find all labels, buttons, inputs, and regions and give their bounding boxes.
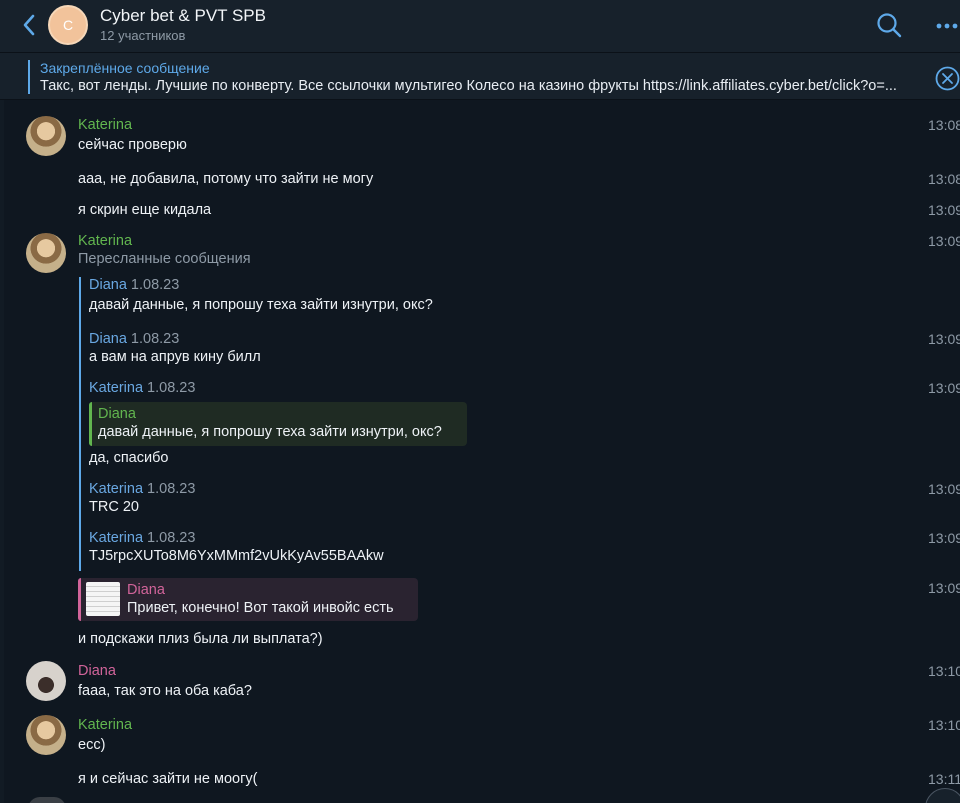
- invoice-thumbnail: [86, 582, 120, 616]
- forwarded-header: Katerina 1.08.23: [89, 380, 195, 396]
- message-time: 13:09: [928, 331, 960, 347]
- reply-quote[interactable]: Diana давай данные, я попрошу теха зайти…: [89, 402, 467, 446]
- message-text: я и сейчас зайти не моогу(: [78, 771, 258, 787]
- close-icon: [935, 66, 960, 91]
- message-text: а вам на апрув кину билл: [89, 349, 261, 365]
- chat-avatar[interactable]: C: [48, 5, 88, 45]
- reply-sender: Diana: [98, 406, 136, 422]
- message-time: 13:09: [928, 202, 960, 218]
- message-time: 13:09: [928, 481, 960, 497]
- forwarded-header: Katerina 1.08.23: [89, 530, 195, 546]
- search-icon: [877, 13, 902, 38]
- forwarded-sender[interactable]: Katerina: [89, 380, 143, 396]
- message-time: 13:08: [928, 171, 960, 187]
- forwarded-sender[interactable]: Diana: [89, 331, 127, 347]
- forwarded-date: 1.08.23: [147, 380, 196, 396]
- reply-accent-bar: [89, 402, 92, 446]
- message-text: и подскажи плиз была ли выплата?): [78, 631, 323, 647]
- message-text: давай данные, я попрошу теха зайти изнут…: [89, 297, 433, 313]
- forwarded-date: 1.08.23: [130, 277, 180, 293]
- message-time: 13:08: [928, 117, 960, 133]
- avatar[interactable]: [26, 715, 66, 755]
- forwarded-label: Пересланные сообщения: [78, 251, 251, 267]
- message-text: TJ5rpcXUTo8M6YxMMmf2vUkKyAv55BAAkw: [89, 548, 384, 564]
- reply-accent-bar: [78, 578, 81, 621]
- reply-sender: Diana: [127, 582, 165, 598]
- message-time: 13:09: [928, 380, 960, 396]
- avatar[interactable]: [26, 116, 66, 156]
- sender-name[interactable]: Katerina: [78, 117, 132, 133]
- message-text: TRC 20: [89, 499, 139, 515]
- forwarded-bar: [79, 277, 81, 571]
- chat-header: C Cyber bet & PVT SPB 12 участников: [0, 0, 960, 53]
- chevron-left-icon: [23, 14, 35, 36]
- search-button[interactable]: [874, 10, 904, 40]
- sender-name[interactable]: Diana: [78, 663, 116, 679]
- message-text: faaa, так это на оба каба?: [78, 683, 252, 699]
- message-time: 13:09: [928, 580, 960, 596]
- sender-name[interactable]: Katerina: [78, 717, 132, 733]
- message-time: 13:11: [928, 771, 960, 787]
- sender-name[interactable]: Katerina: [78, 233, 132, 249]
- chat-title[interactable]: Cyber bet & PVT SPB: [100, 6, 266, 26]
- back-button[interactable]: [18, 12, 42, 38]
- reply-text: давай данные, я попрошу теха зайти изнут…: [98, 424, 442, 440]
- forwarded-sender[interactable]: Katerina: [89, 530, 143, 546]
- message-text: есс): [78, 737, 106, 753]
- message-time: 13:10: [928, 717, 960, 733]
- more-dots-icon: [936, 23, 958, 29]
- message-text: да, спасибо: [89, 450, 169, 466]
- left-edge: [0, 100, 4, 803]
- more-button[interactable]: [934, 13, 960, 39]
- message-time: 13:09: [928, 233, 960, 249]
- pinned-title: Закреплённое сообщение: [40, 60, 210, 76]
- avatar[interactable]: [26, 233, 66, 273]
- pinned-close-button[interactable]: [935, 66, 960, 91]
- forwarded-date: 1.08.23: [147, 530, 196, 546]
- avatar[interactable]: [26, 661, 66, 701]
- forwarded-header: Diana 1.08.23: [89, 277, 179, 293]
- pinned-accent-bar: [28, 60, 30, 94]
- reply-text: Привет, конечно! Вот такой инвойс есть: [127, 600, 394, 616]
- message-time: 13:10: [928, 663, 960, 679]
- pinned-text: Такс, вот ленды. Лучшие по конверту. Все…: [40, 78, 897, 94]
- forwarded-header: Katerina 1.08.23: [89, 481, 195, 497]
- member-count: 12 участников: [100, 28, 186, 43]
- reply-quote[interactable]: Diana Привет, конечно! Вот такой инвойс …: [78, 578, 418, 621]
- message-text: ааа, не добавила, потому что зайти не мо…: [78, 171, 374, 187]
- message-text: я скрин еще кидала: [78, 202, 212, 218]
- message-text: сейчас проверю: [78, 137, 187, 153]
- scroll-down-button[interactable]: [925, 788, 960, 803]
- forwarded-sender[interactable]: Diana: [89, 277, 127, 293]
- forwarded-header: Diana 1.08.23: [89, 331, 179, 347]
- avatar[interactable]: [28, 797, 66, 803]
- forwarded-date: 1.08.23: [147, 481, 196, 497]
- forwarded-sender[interactable]: Katerina: [89, 481, 143, 497]
- pinned-message[interactable]: Закреплённое сообщение Такс, вот ленды. …: [0, 53, 960, 100]
- message-time: 13:09: [928, 530, 960, 546]
- forwarded-date: 1.08.23: [130, 331, 180, 347]
